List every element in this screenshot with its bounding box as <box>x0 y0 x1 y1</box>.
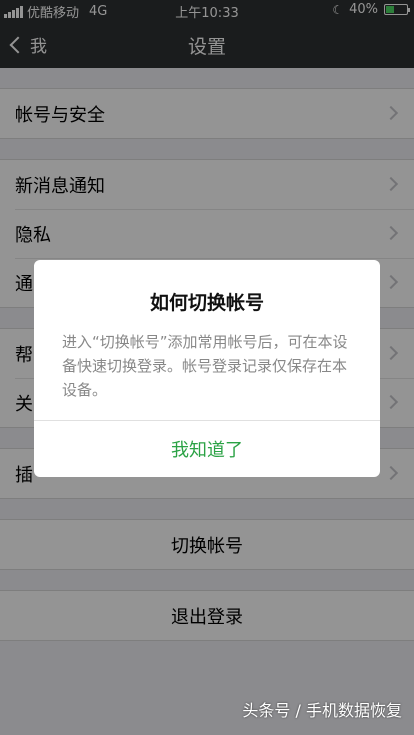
dialog-message: 进入“切换帐号”添加常用帐号后，可在本设备快速切换登录。帐号登录记录仅保存在本设… <box>62 333 348 399</box>
switch-account-dialog: 如何切换帐号 进入“切换帐号”添加常用帐号后，可在本设备快速切换登录。帐号登录记… <box>34 260 380 477</box>
dialog-confirm-button[interactable]: 我知道了 <box>34 421 380 477</box>
dialog-title: 如何切换帐号 <box>149 292 264 314</box>
watermark: 头条号 / 手机数据恢复 <box>242 701 402 720</box>
